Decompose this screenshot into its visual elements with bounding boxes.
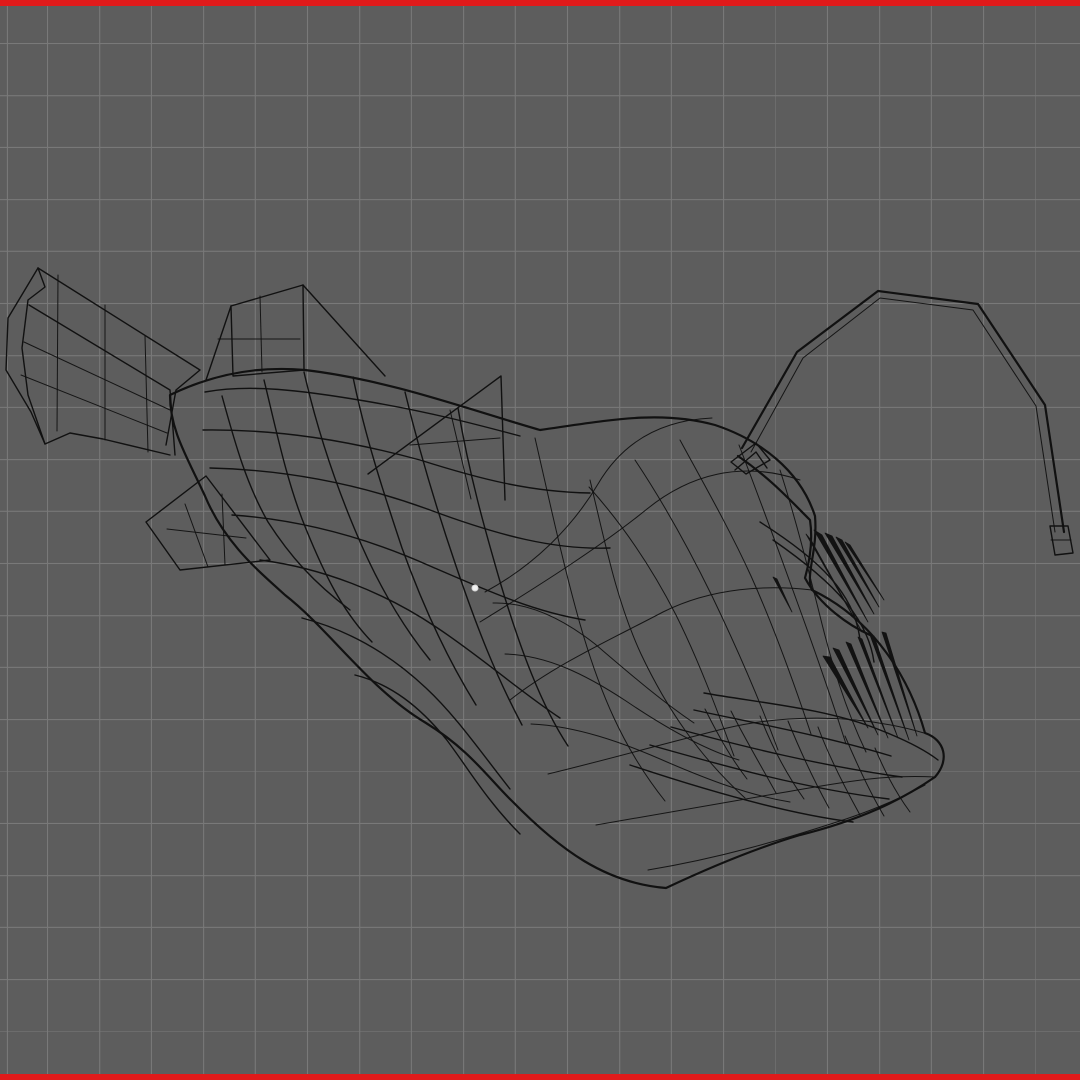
dorsal-fin-wireframe	[205, 284, 506, 501]
viewport-top-border	[0, 0, 1080, 6]
pectoral-fin-wireframe	[145, 475, 271, 571]
body-silhouette-wireframe	[168, 367, 945, 890]
anglerfish-wireframe-mesh[interactable]	[0, 0, 1080, 1080]
3d-viewport[interactable]	[0, 0, 1080, 1080]
selected-vertex-marker[interactable]	[471, 584, 479, 592]
tail-fin-wireframe	[5, 267, 201, 456]
teeth-wireframe	[772, 529, 918, 741]
mouth-and-jaw-wireframe	[629, 454, 939, 823]
viewport-bottom-border	[0, 1074, 1080, 1080]
lure-rod-wireframe	[730, 289, 1074, 556]
